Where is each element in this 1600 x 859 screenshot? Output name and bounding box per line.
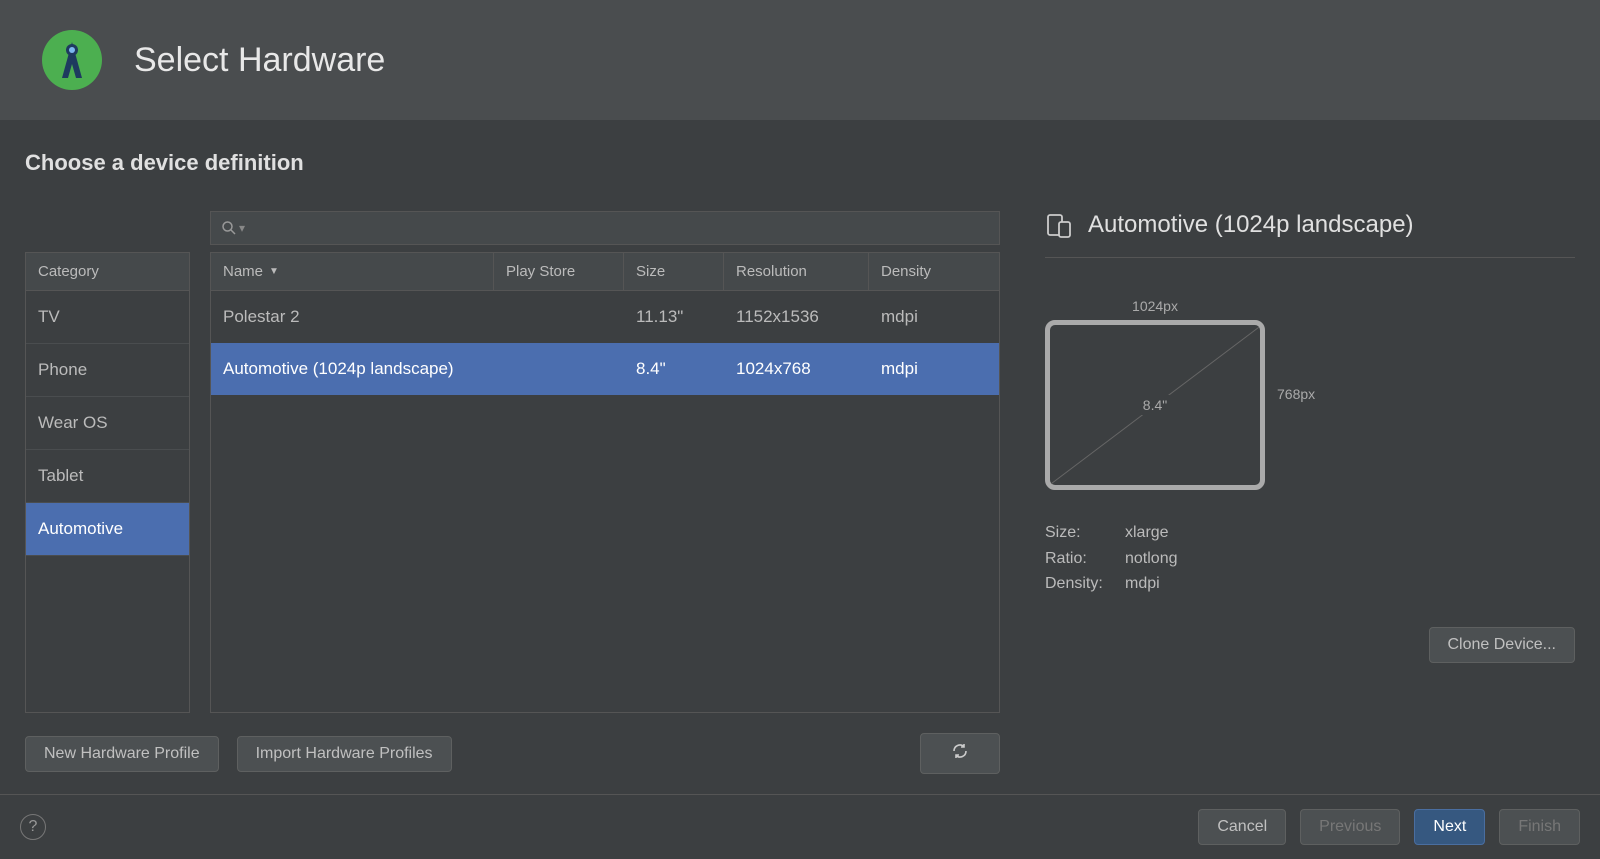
category-item-tv[interactable]: TV	[26, 291, 189, 344]
refresh-icon	[951, 742, 969, 760]
device-preview-panel: Automotive (1024p landscape) 1024px 8.4"…	[1045, 211, 1575, 774]
next-button[interactable]: Next	[1414, 809, 1485, 845]
search-input[interactable]: ▾	[210, 211, 1000, 245]
device-row[interactable]: Automotive (1024p landscape) 8.4"1024x768…	[211, 343, 999, 395]
device-size: 11.13"	[624, 291, 724, 343]
dialog-header: Select Hardware	[0, 0, 1600, 120]
section-subtitle: Choose a device definition	[25, 150, 1575, 176]
finish-button[interactable]: Finish	[1499, 809, 1580, 845]
device-resolution: 1152x1536	[724, 291, 869, 343]
device-play-store	[494, 343, 624, 395]
col-header-size[interactable]: Size	[624, 253, 724, 290]
search-field[interactable]	[251, 220, 989, 237]
cancel-button[interactable]: Cancel	[1198, 809, 1286, 845]
spec-size-label: Size:	[1045, 520, 1125, 546]
device-screen-rect: 8.4"	[1045, 320, 1265, 490]
col-header-resolution[interactable]: Resolution	[724, 253, 869, 290]
category-item-wear-os[interactable]: Wear OS	[26, 397, 189, 450]
dialog-footer: ? Cancel Previous Next Finish	[0, 794, 1600, 859]
spec-density-value: mdpi	[1125, 571, 1160, 597]
height-label: 768px	[1277, 386, 1315, 402]
device-table-body: Polestar 211.13"1152x1536mdpiAutomotive …	[211, 291, 999, 712]
diagonal-label: 8.4"	[1139, 395, 1171, 415]
device-name: Polestar 2	[211, 291, 494, 343]
refresh-button[interactable]	[920, 733, 1000, 774]
category-item-phone[interactable]: Phone	[26, 344, 189, 397]
device-specs: Size: xlarge Ratio: notlong Density: mdp…	[1045, 520, 1575, 597]
device-size: 8.4"	[624, 343, 724, 395]
category-column-header: Category	[25, 252, 190, 291]
spec-size-value: xlarge	[1125, 520, 1169, 546]
content-area: Choose a device definition ▾	[0, 120, 1600, 794]
width-label: 1024px	[1132, 298, 1178, 314]
col-header-density[interactable]: Density	[869, 253, 999, 290]
col-header-play-store[interactable]: Play Store	[494, 253, 624, 290]
category-list: TVPhoneWear OSTabletAutomotive	[25, 291, 190, 713]
category-item-automotive[interactable]: Automotive	[26, 503, 189, 556]
search-icon	[221, 220, 237, 236]
dialog-title: Select Hardware	[134, 41, 385, 80]
spec-ratio-label: Ratio:	[1045, 546, 1125, 572]
device-table-header: Name ▼ Play Store Size Resolution Densit…	[211, 253, 999, 291]
preview-device-name: Automotive (1024p landscape)	[1088, 211, 1414, 239]
spec-ratio-value: notlong	[1125, 546, 1178, 572]
col-header-name[interactable]: Name ▼	[211, 253, 494, 290]
device-dimension-diagram: 1024px 8.4" 768px	[1045, 298, 1575, 490]
clone-device-button[interactable]: Clone Device...	[1429, 627, 1576, 663]
device-density: mdpi	[869, 291, 999, 343]
device-name: Automotive (1024p landscape)	[211, 343, 494, 395]
help-button[interactable]: ?	[20, 814, 46, 840]
previous-button[interactable]: Previous	[1300, 809, 1400, 845]
device-density: mdpi	[869, 343, 999, 395]
spec-density-label: Density:	[1045, 571, 1125, 597]
device-row[interactable]: Polestar 2 11.13"1152x1536mdpi	[211, 291, 999, 343]
new-hardware-profile-button[interactable]: New Hardware Profile	[25, 736, 219, 772]
device-play-store	[494, 291, 624, 343]
category-item-tablet[interactable]: Tablet	[26, 450, 189, 503]
import-hardware-profiles-button[interactable]: Import Hardware Profiles	[237, 736, 452, 772]
sort-desc-icon: ▼	[269, 266, 279, 277]
device-outline-icon	[1045, 211, 1073, 239]
device-resolution: 1024x768	[724, 343, 869, 395]
android-studio-logo-icon	[40, 28, 104, 92]
